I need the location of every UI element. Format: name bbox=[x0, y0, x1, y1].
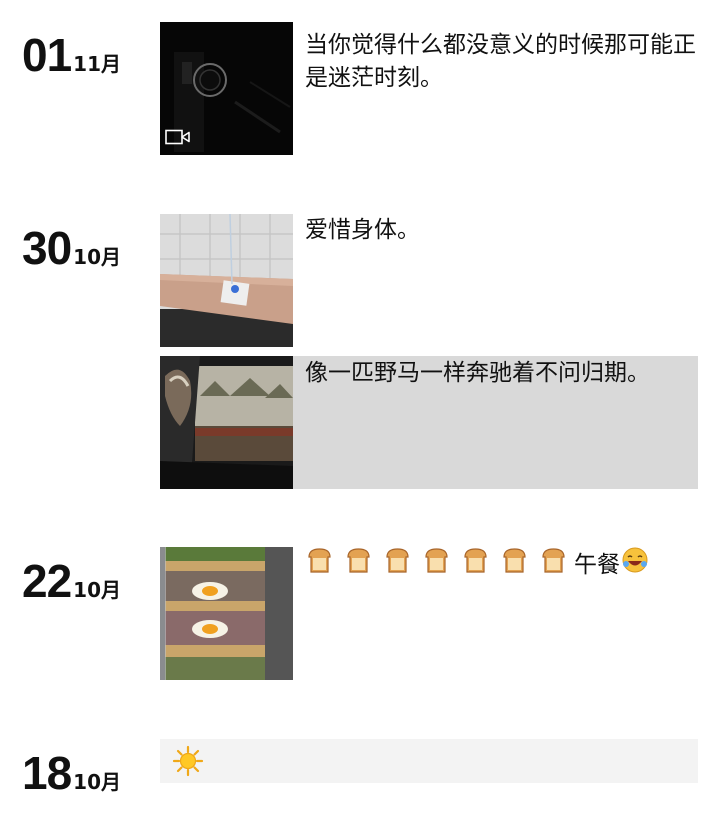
iv-drip-arm-image bbox=[160, 214, 293, 347]
date-month: 10月 bbox=[73, 578, 122, 602]
horse-window-image bbox=[160, 356, 293, 489]
sandwich-image bbox=[160, 547, 293, 680]
bread-icon bbox=[305, 546, 334, 585]
post-text[interactable]: 爱惜身体。 bbox=[305, 214, 420, 247]
date-label: 22 10月 bbox=[22, 554, 121, 608]
date-day: 22 bbox=[22, 555, 72, 607]
laughing-face-icon bbox=[621, 546, 649, 584]
bread-icons bbox=[305, 546, 568, 585]
date-day: 18 bbox=[22, 747, 72, 799]
post-thumbnail-photo[interactable] bbox=[160, 214, 293, 347]
bread-icon bbox=[422, 546, 451, 585]
post-thumbnail-photo[interactable] bbox=[160, 356, 293, 489]
post-thumbnail-photo[interactable] bbox=[160, 547, 293, 680]
bread-icon bbox=[383, 546, 412, 585]
date-label: 01 11月 bbox=[22, 28, 121, 82]
bread-icon bbox=[461, 546, 490, 585]
post-row-text-only[interactable] bbox=[160, 739, 698, 783]
date-month: 11月 bbox=[73, 52, 122, 76]
post-text[interactable]: 当你觉得什么都没意义的时候那可能正是迷茫时刻。 bbox=[305, 29, 705, 95]
date-month: 10月 bbox=[73, 245, 122, 269]
sun-icon bbox=[172, 745, 204, 781]
post-thumbnail-video[interactable] bbox=[160, 22, 293, 155]
date-month: 10月 bbox=[73, 770, 122, 794]
bread-icon bbox=[539, 546, 568, 585]
post-text[interactable]: 像一匹野马一样奔驰着不问归期。 bbox=[305, 357, 650, 390]
date-day: 01 bbox=[22, 29, 72, 81]
video-camera-icon bbox=[165, 129, 191, 149]
bread-icon bbox=[500, 546, 529, 585]
post-text-suffix: 午餐 bbox=[574, 551, 620, 578]
bread-icon bbox=[344, 546, 373, 585]
post-text-emoji[interactable]: 午餐 bbox=[305, 547, 649, 583]
date-label: 30 10月 bbox=[22, 221, 121, 275]
date-label: 18 10月 bbox=[22, 746, 121, 800]
date-day: 30 bbox=[22, 222, 72, 274]
